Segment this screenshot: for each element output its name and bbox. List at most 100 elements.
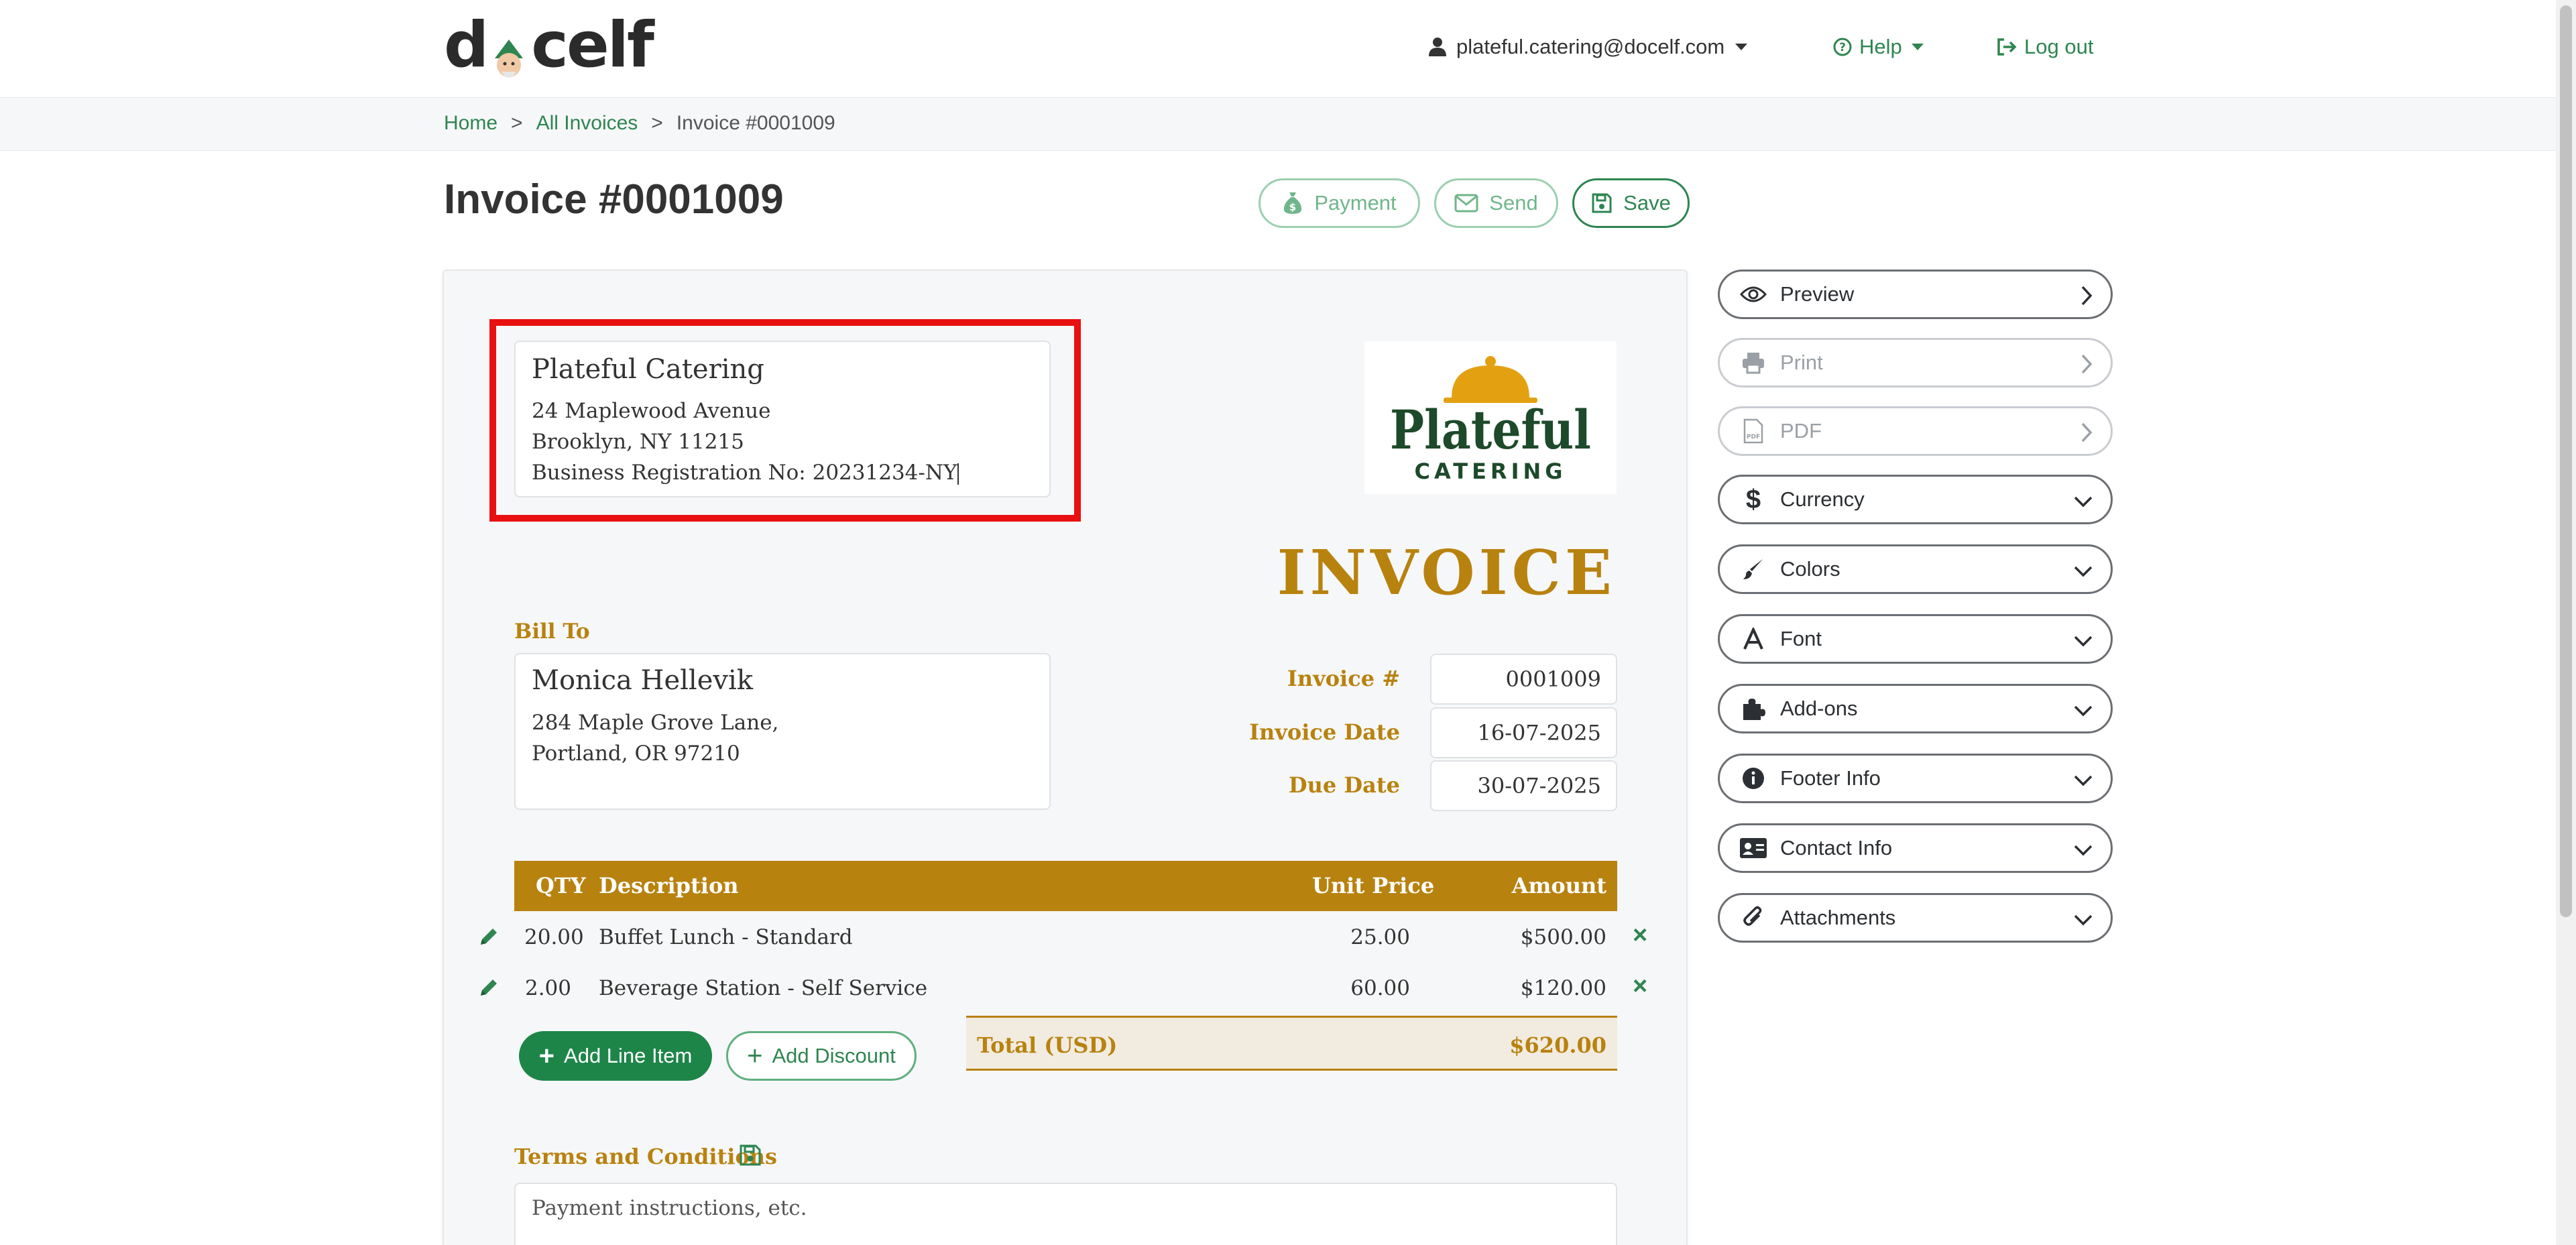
help-label: Help: [1859, 35, 1902, 58]
logout-label: Log out: [2024, 35, 2094, 58]
chevron-down-icon: [2074, 566, 2093, 577]
bill-to-label: Bill To: [514, 619, 590, 644]
chevron-down-icon: [2074, 775, 2093, 786]
printer-icon: [1739, 349, 1768, 376]
user-menu[interactable]: plateful.catering@docelf.com: [1428, 32, 1749, 62]
sign-out-icon: [1997, 38, 2017, 56]
logo-subword: CATERING: [1414, 459, 1566, 484]
due-date-label: Due Date: [1288, 772, 1400, 798]
amount-header: Amount: [1511, 873, 1606, 898]
unit-price-header: Unit Price: [1312, 873, 1435, 898]
sidebar-item-label: Footer Info: [1780, 766, 1881, 790]
add-line-item-label: Add Line Item: [564, 1044, 693, 1067]
sidebar-item-font[interactable]: Font: [1718, 614, 2113, 664]
contact-card-icon: [1739, 835, 1768, 862]
edit-pencil-icon[interactable]: [477, 925, 500, 948]
add-line-item-button[interactable]: + Add Line Item: [519, 1031, 712, 1081]
money-bag-icon: $: [1284, 192, 1302, 214]
description-header: Description: [599, 873, 739, 898]
docelf-logo[interactable]: d celf: [444, 9, 654, 82]
paintbrush-icon: [1739, 556, 1768, 583]
info-icon: [1739, 765, 1768, 792]
chevron-down-icon: [2074, 496, 2093, 508]
add-discount-button[interactable]: + Add Discount: [726, 1031, 917, 1081]
table-row[interactable]: 2.00 Beverage Station - Self Service 60.…: [514, 963, 1617, 1013]
sidebar-item-label: Preview: [1780, 282, 1855, 306]
svg-text:$: $: [1289, 201, 1296, 213]
sidebar-item-print[interactable]: Print: [1718, 338, 2113, 388]
question-circle-icon: ?: [1833, 38, 1852, 56]
client-address-line2: Portland, OR 97210: [532, 742, 740, 766]
breadcrumb: Home > All Invoices > Invoice #0001009: [444, 109, 835, 138]
row-amount: $120.00: [1520, 976, 1606, 1000]
sidebar-item-label: Add-ons: [1780, 697, 1858, 720]
font-icon: [1739, 626, 1768, 652]
invoice-date-label: Invoice Date: [1249, 719, 1400, 745]
plus-icon: +: [538, 1041, 555, 1071]
paperclip-icon: [1739, 904, 1768, 931]
row-qty: 2.00: [524, 976, 571, 1000]
cloche-icon: [1444, 356, 1537, 403]
save-label: Save: [1623, 191, 1671, 215]
floppy-disk-icon: [1592, 193, 1612, 213]
sidebar-item-footer-info[interactable]: Footer Info: [1718, 754, 2113, 803]
scrollbar-thumb[interactable]: [2560, 5, 2572, 917]
sidebar-item-label: Print: [1780, 351, 1823, 374]
chevron-down-icon: [2074, 636, 2093, 647]
sidebar-item-label: Currency: [1780, 487, 1865, 511]
logout-link[interactable]: Log out: [1996, 32, 2093, 62]
top-navbar: [0, 0, 2576, 97]
user-icon: [1429, 38, 1446, 56]
sidebar-item-contact-info[interactable]: Contact Info: [1718, 823, 2113, 873]
table-row[interactable]: 20.00 Buffet Lunch - Standard 25.00 $500…: [514, 912, 1617, 962]
selection-highlight-box: [489, 319, 1081, 522]
chevron-right-icon: [2081, 422, 2093, 442]
sidebar-item-add-ons[interactable]: Add-ons: [1718, 684, 2113, 733]
caret-down-icon: [1911, 44, 1924, 50]
breadcrumb-separator: >: [511, 112, 523, 134]
sidebar-item-label: Attachments: [1780, 906, 1896, 929]
eye-icon: [1739, 281, 1768, 308]
payment-label: Payment: [1314, 191, 1397, 215]
sidebar-item-pdf[interactable]: PDF PDF: [1718, 406, 2113, 456]
chevron-right-icon: [2081, 354, 2093, 374]
chevron-down-icon: [2074, 914, 2093, 926]
invoice-date-input[interactable]: 16-07-2025: [1430, 707, 1617, 758]
logo-text-left: d: [444, 8, 489, 82]
save-button[interactable]: Save: [1572, 178, 1690, 228]
payment-button[interactable]: $ Payment: [1258, 178, 1420, 228]
sidebar-item-colors[interactable]: Colors: [1718, 544, 2113, 594]
save-terms-icon[interactable]: [739, 1144, 762, 1167]
elf-mascot-icon: [488, 27, 530, 78]
chevron-down-icon: [2074, 845, 2093, 856]
invoice-heading: INVOICE: [1277, 536, 1616, 609]
row-amount: $500.00: [1520, 925, 1606, 949]
terms-textarea[interactable]: Payment instructions, etc.: [514, 1183, 1617, 1245]
sidebar-item-currency[interactable]: $ Currency: [1718, 475, 2113, 524]
client-name: Monica Hellevik: [532, 665, 753, 696]
sidebar-item-preview[interactable]: Preview: [1718, 270, 2113, 319]
help-menu[interactable]: ? Help: [1832, 32, 1925, 62]
invoice-number-input[interactable]: 0001009: [1430, 654, 1617, 705]
pdf-file-icon: PDF: [1739, 418, 1768, 444]
send-button[interactable]: Send: [1434, 178, 1558, 228]
send-label: Send: [1489, 191, 1538, 215]
delete-row-icon[interactable]: ×: [1633, 921, 1647, 950]
due-date-input[interactable]: 30-07-2025: [1430, 760, 1617, 811]
invoice-number-label: Invoice #: [1287, 666, 1400, 691]
breadcrumb-home[interactable]: Home: [444, 112, 497, 135]
add-discount-label: Add Discount: [772, 1044, 896, 1067]
breadcrumb-all-invoices[interactable]: All Invoices: [536, 112, 638, 135]
delete-row-icon[interactable]: ×: [1633, 972, 1647, 1001]
logo-text-right: celf: [531, 8, 654, 82]
bill-to-field[interactable]: Monica Hellevik 284 Maple Grove Lane, Po…: [514, 653, 1051, 810]
total-label: Total (USD): [977, 1032, 1118, 1058]
row-description: Buffet Lunch - Standard: [599, 925, 853, 949]
client-address-line1: 284 Maple Grove Lane,: [532, 711, 779, 735]
edit-pencil-icon[interactable]: [477, 976, 500, 999]
company-logo[interactable]: Plateful CATERING: [1364, 341, 1617, 494]
sidebar-item-label: Font: [1780, 627, 1822, 650]
breadcrumb-bar: [0, 97, 2576, 151]
sidebar-item-attachments[interactable]: Attachments: [1718, 893, 2113, 943]
envelope-icon: [1454, 194, 1478, 213]
